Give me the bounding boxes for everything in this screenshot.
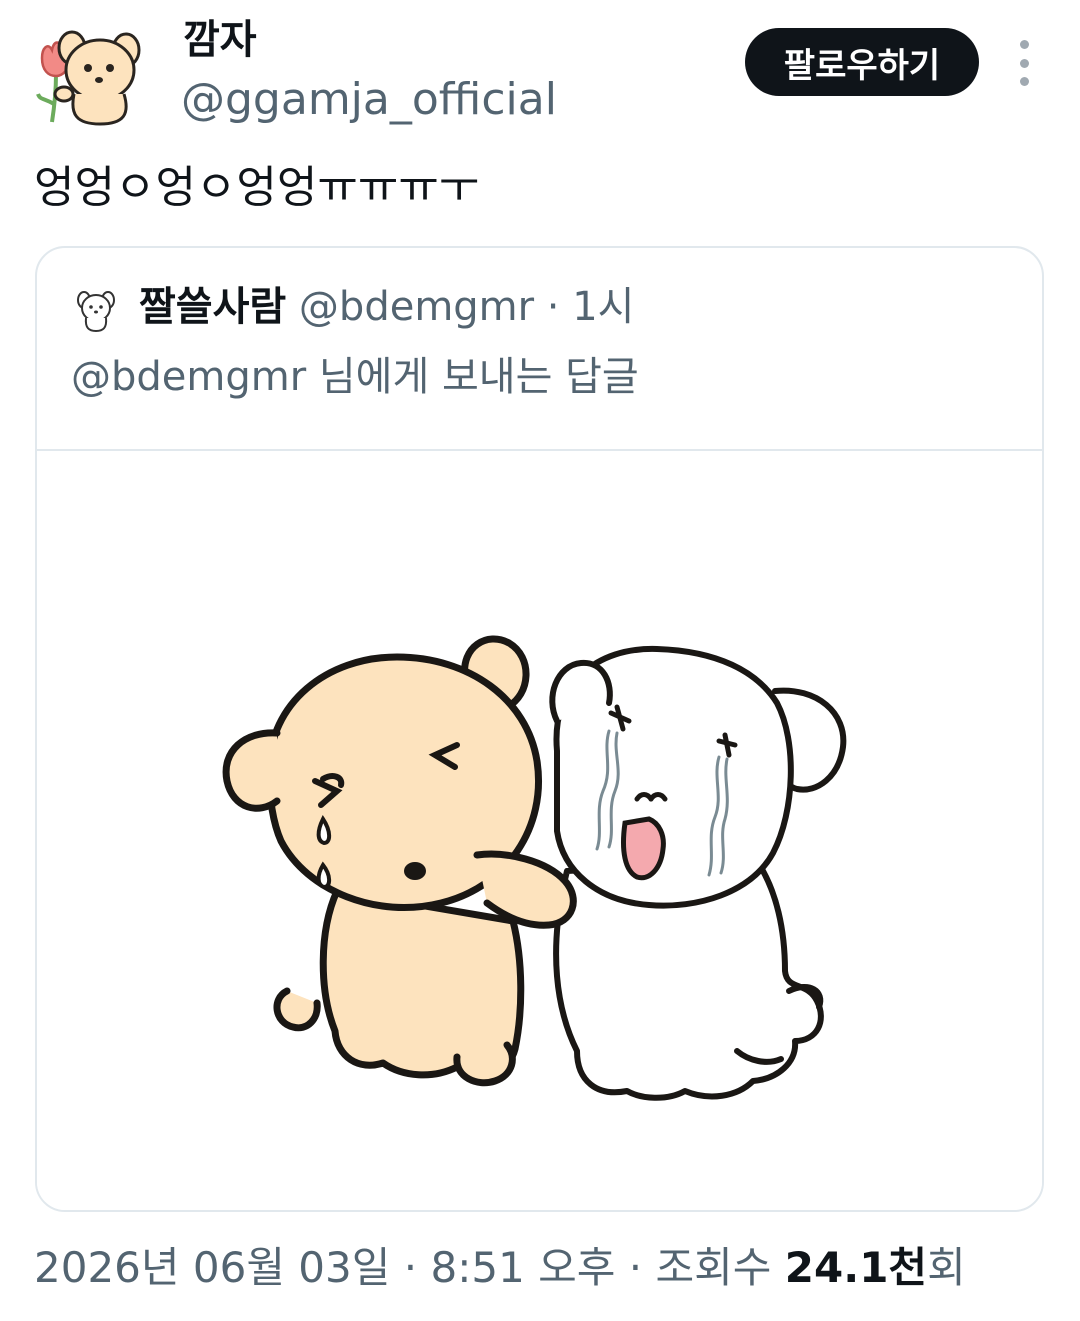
white-puppy-icon xyxy=(72,285,120,333)
quoted-meta-separator: · xyxy=(546,284,560,330)
quoted-tweet-image[interactable] xyxy=(37,451,1042,1210)
author-handle[interactable]: @ggamja_official xyxy=(181,72,557,128)
author-avatar[interactable] xyxy=(30,24,148,128)
views-label: 조회수 xyxy=(655,1243,772,1292)
more-vertical-icon-dot xyxy=(1019,77,1029,86)
quoted-author-name[interactable]: 짤쓸사람 xyxy=(139,284,286,330)
tweet-text: 엉엉ㅇ엉ㅇ엉엉ㅠㅠㅠㅜ xyxy=(34,162,480,213)
quoted-author-handle[interactable]: @bdemgmr xyxy=(299,284,534,330)
quoted-tweet-card[interactable]: 짤쓸사람 @bdemgmr · 1시 @bdemgmr 님에게 보내는 답글 xyxy=(35,246,1044,1212)
quoted-tweet-header: 짤쓸사람 @bdemgmr · 1시 @bdemgmr 님에게 보내는 답글 xyxy=(37,248,1042,451)
quoted-author-avatar[interactable] xyxy=(71,284,121,334)
tweet-date[interactable]: 2026년 06월 03일 xyxy=(34,1243,390,1292)
views-value[interactable]: 24.1천회 xyxy=(785,1243,966,1292)
quoted-tweet-meta: 짤쓸사람 @bdemgmr · 1시 xyxy=(139,280,634,334)
tweet-footer-meta: 2026년 06월 03일 · 8:51 오후 · 조회수 24.1천회 xyxy=(34,1238,966,1298)
tweet-time[interactable]: 8:51 오후 xyxy=(430,1243,615,1292)
quoted-reply-to: @bdemgmr 님에게 보내는 답글 xyxy=(71,354,639,400)
puppy-tulip-icon xyxy=(36,30,141,126)
footer-separator: · xyxy=(403,1243,418,1292)
follow-button[interactable]: 팔로우하기 xyxy=(745,28,979,96)
author-display-name[interactable]: 깜자 xyxy=(183,14,257,66)
crying-puppies-illustration xyxy=(222,635,847,1101)
views-unit: 회 xyxy=(927,1243,966,1292)
more-vertical-icon xyxy=(1019,40,1029,49)
quoted-tweet-time[interactable]: 1시 xyxy=(572,284,634,330)
more-options-button[interactable] xyxy=(1006,40,1042,86)
more-vertical-icon-dot xyxy=(1019,58,1029,68)
views-count: 24.1천 xyxy=(784,1243,928,1292)
footer-separator: · xyxy=(628,1243,643,1292)
